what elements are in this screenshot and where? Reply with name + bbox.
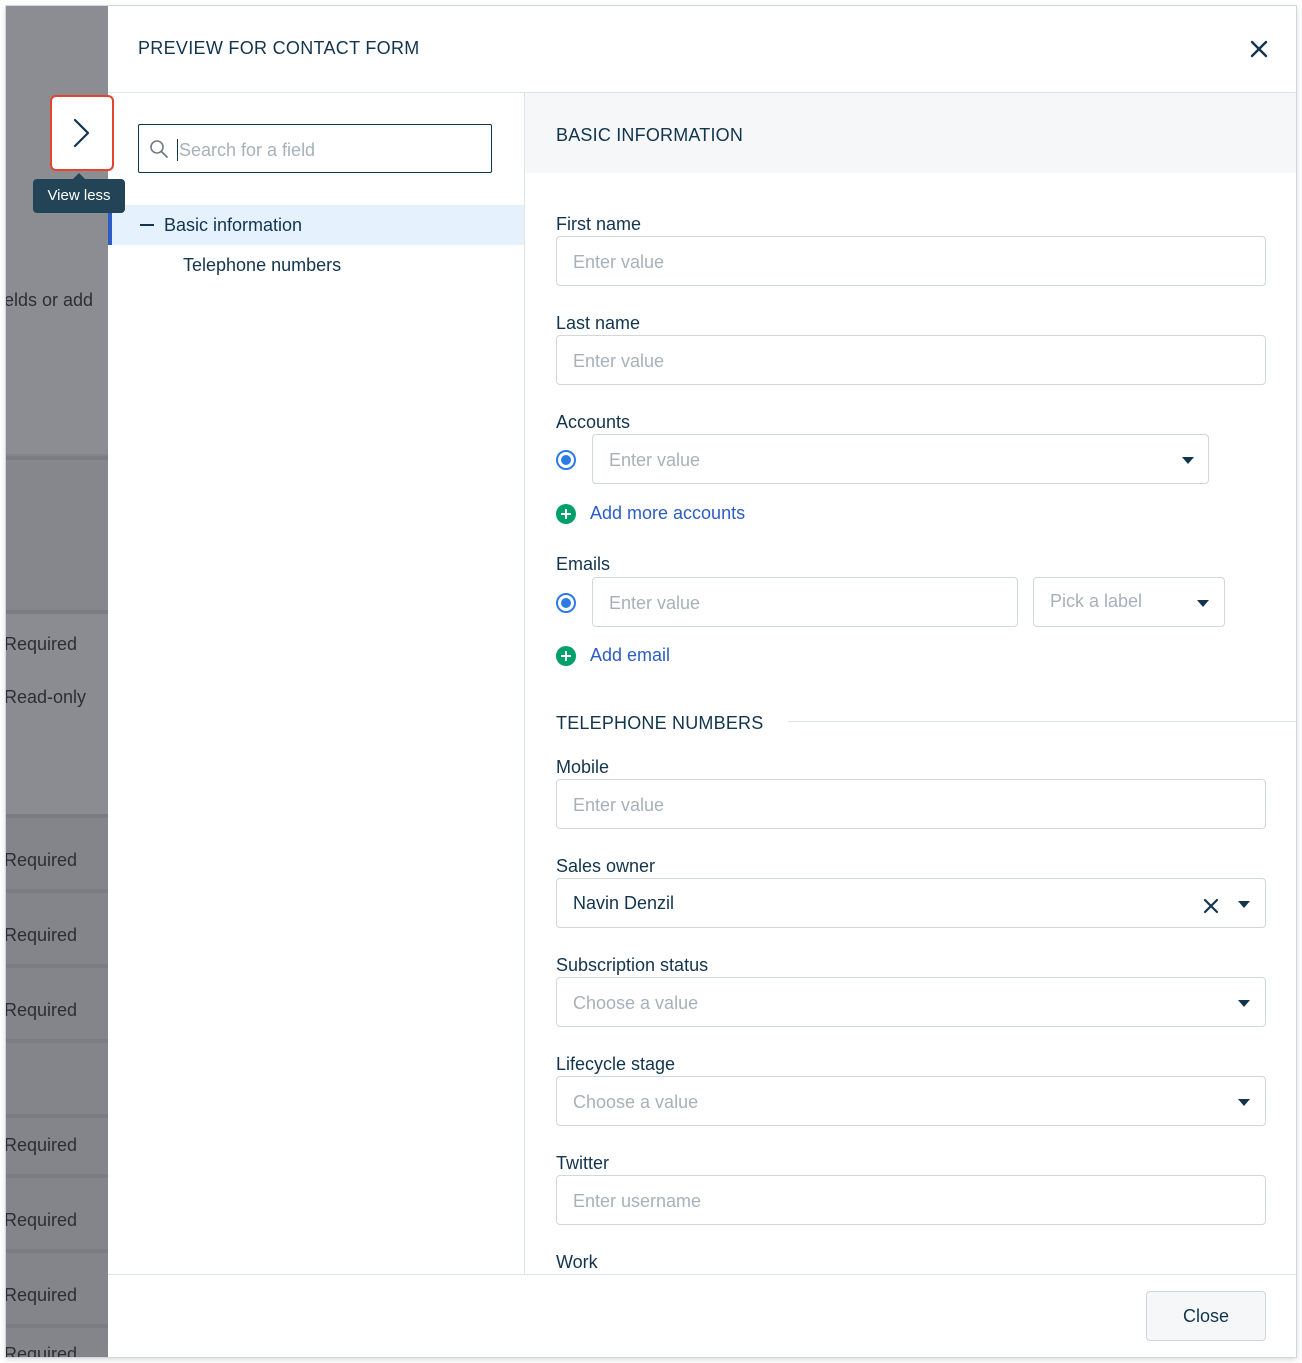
add-link-label: Add more accounts [590,503,746,523]
close-button[interactable]: Close [1146,1291,1266,1341]
section-title-telephone: TELEPHONE NUMBERS [556,713,764,733]
sales-owner-select[interactable]: Navin Denzil [556,878,1266,928]
close-icon[interactable] [1246,36,1272,62]
chevron-down-icon [1197,600,1209,607]
primary-radio[interactable] [556,450,576,470]
bg-required-text: Required [6,850,78,870]
nav-item-basic-information[interactable]: Basic information [108,205,524,245]
preview-drawer: PREVIEW FOR CONTACT FORM Basic informati… [108,6,1296,1357]
sales-owner-label: Sales owner [556,856,656,876]
mobile-label: Mobile [556,757,610,777]
bg-required-text: Required [6,1135,78,1155]
clear-icon[interactable] [1203,898,1219,914]
nav-item-label: Basic information [164,215,303,235]
bg-required-text: Required [6,1344,78,1357]
section-divider [788,721,1296,722]
search-field-box[interactable] [138,124,492,173]
app-frame: ields or add Required Read-only Required… [6,6,1296,1357]
mobile-input[interactable]: Enter value [556,779,1266,829]
bg-fields-text: ields or add [6,290,94,310]
last-name-input[interactable]: Enter value [556,335,1266,385]
bg-required-text: Required [6,925,78,945]
lifecycle-stage-label: Lifecycle stage [556,1054,676,1074]
section-header-basic: BASIC INFORMATION [525,93,1296,173]
twitter-input[interactable]: Enter username [556,1175,1266,1225]
view-less-toggle[interactable] [50,95,114,171]
chevron-down-icon [1238,901,1250,908]
lifecycle-stage-select[interactable]: Choose a value [556,1076,1266,1126]
drawer-header: PREVIEW FOR CONTACT FORM [108,6,1296,93]
primary-radio[interactable] [556,593,576,613]
placeholder-text: Enter username [573,1191,702,1211]
placeholder-text: Pick a label [1050,591,1143,611]
add-link-label: Add email [590,645,671,665]
last-name-label: Last name [556,313,641,333]
bg-required-text: Required [6,1000,78,1020]
bg-required-text: Required [6,1210,78,1230]
bg-required-text: Required [6,1285,78,1305]
placeholder-text: Choose a value [573,993,699,1013]
section-title: BASIC INFORMATION [556,125,744,145]
collapse-dash-icon [140,224,154,226]
accounts-select[interactable]: Enter value [592,434,1209,484]
chevron-right-icon [73,118,90,148]
placeholder-text: Choose a value [573,1092,699,1112]
chevron-down-icon [1238,1099,1250,1106]
drawer-footer: Close [108,1274,1296,1357]
add-circle-icon [556,504,576,524]
chevron-down-icon [1238,1000,1250,1007]
subscription-status-select[interactable]: Choose a value [556,977,1266,1027]
search-icon [149,139,169,159]
selected-value: Navin Denzil [573,893,675,913]
chevron-down-icon [1182,457,1194,464]
placeholder-text: Enter value [609,450,701,470]
placeholder-text: Enter value [573,795,665,815]
form-preview: BASIC INFORMATION First name Enter value… [525,93,1296,1274]
placeholder-text: Enter value [573,252,665,272]
placeholder-text: Enter value [609,593,701,613]
bg-readonly-text: Read-only [6,687,87,707]
nav-item-telephone-numbers[interactable]: Telephone numbers [183,255,341,276]
email-label-select[interactable]: Pick a label [1033,577,1225,627]
add-circle-icon [556,646,576,666]
accounts-label: Accounts [556,412,631,432]
drawer-title: PREVIEW FOR CONTACT FORM [138,38,420,58]
subscription-status-label: Subscription status [556,955,709,975]
work-label: Work [556,1252,598,1272]
email-input[interactable]: Enter value [592,577,1018,627]
emails-label: Emails [556,554,611,574]
search-input[interactable] [177,133,481,167]
first-name-input[interactable]: Enter value [556,236,1266,286]
twitter-label: Twitter [556,1153,610,1173]
view-less-tooltip: View less [33,173,125,213]
field-navigator: Basic information Telephone numbers [108,93,525,1274]
placeholder-text: Enter value [573,351,665,371]
bg-required-text: Required [6,634,78,654]
first-name-label: First name [556,214,642,234]
